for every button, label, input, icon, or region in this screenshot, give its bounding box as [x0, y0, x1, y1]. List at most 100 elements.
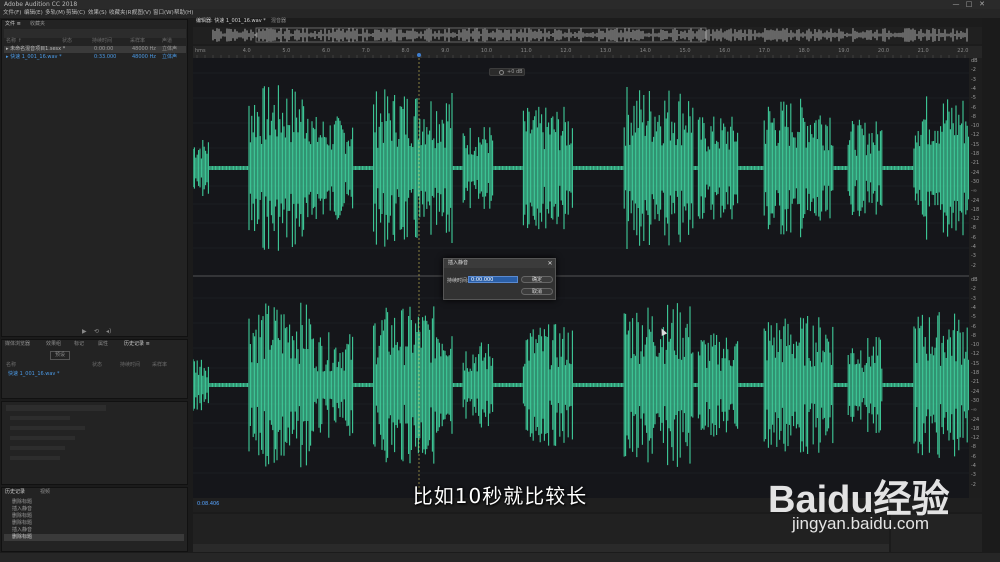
menu-effects[interactable]: 效果(S) [88, 9, 107, 18]
time-ruler[interactable]: hms 4.0 5.0 6.0 7.0 8.0 9.0 10.0 11.0 12.0 13.0 14.… [193, 48, 982, 56]
ruler-label: 12.0 [560, 48, 572, 54]
effects-col-name: 名称 [6, 362, 17, 368]
db-label: -4 [971, 85, 976, 92]
properties-line [10, 456, 60, 460]
play-icon[interactable]: ▶ [82, 328, 87, 335]
col-status[interactable]: 状态 [62, 38, 72, 45]
db-label: -10 [971, 123, 980, 130]
tab-history[interactable]: 历史记录 ≡ [124, 341, 150, 348]
tab-favorites[interactable]: 收藏夹 [30, 21, 45, 28]
ruler-label: 18.0 [798, 48, 810, 54]
duration-input[interactable]: 0:00.000 [468, 276, 518, 283]
properties-line [10, 426, 85, 430]
menu-clip[interactable]: 剪辑(C) [66, 9, 85, 18]
menu-help[interactable]: 帮助(H) [174, 9, 193, 18]
files-panel: 文件 ≡ 收藏夹 名称 ↑ 状态 持续时间 采样率 声道 ▸ 未命名混音项目1.… [1, 19, 188, 337]
effects-file-item[interactable]: 快速 1_001_16.wav * [8, 371, 59, 378]
db-label: -4 [971, 463, 976, 469]
db-label: -8 [971, 113, 976, 120]
effects-col-rate: 采样率 [152, 362, 168, 368]
files-toolbar [4, 29, 186, 38]
menu-multitrack[interactable]: 多轨(M) [45, 9, 65, 18]
ruler-label: 17.0 [758, 48, 770, 54]
db-label: -12 [971, 132, 980, 139]
db-label: -21 [971, 379, 980, 386]
menu-view[interactable]: 视图(V) [132, 9, 151, 18]
ruler-label: 22.0 [957, 48, 969, 54]
menu-edit[interactable]: 编辑(E) [24, 9, 43, 18]
tab-properties[interactable]: 属性 [98, 341, 108, 348]
ruler-label: 4.0 [242, 48, 251, 54]
db-label: -6 [971, 323, 976, 330]
properties-panel [1, 401, 188, 485]
cancel-button[interactable]: 取消 [521, 288, 553, 295]
col-channel[interactable]: 声道 [162, 38, 172, 45]
db-scale-top: dB -2 -3 -4 -5 -6 -8 -10 -12 -15 -18 -21 -24 -30 -∞ -24… [971, 58, 982, 276]
menu-file[interactable]: 文件(F) [3, 9, 21, 18]
list-item[interactable]: 插入静音 [12, 527, 32, 534]
ok-button[interactable]: 确定 [521, 276, 553, 283]
ruler-label: 8.0 [401, 48, 410, 54]
col-rate[interactable]: 采样率 [130, 38, 145, 45]
db-label: -15 [971, 141, 980, 148]
maximize-button[interactable]: □ [963, 0, 975, 9]
app-title: Adobe Audition CC 2018 [4, 1, 78, 8]
ruler-label: 7.0 [361, 48, 370, 54]
ruler-label: 10.0 [480, 48, 493, 54]
db-label: -2 [971, 286, 976, 293]
ruler-label: 11.0 [520, 48, 532, 54]
db-label: -3 [971, 253, 976, 260]
db-scale-bottom: dB -2 -3 -4 -5 -6 -8 -10 -12 -15 -18 -21 -24 -30 -∞ -24… [971, 277, 982, 495]
tab-markers[interactable]: 标记 [74, 341, 84, 348]
menu-window[interactable]: 窗口(W) [153, 9, 174, 18]
db-label: -12 [971, 351, 980, 358]
db-label: -∞ [971, 407, 977, 414]
loop-icon[interactable]: ⟲ [94, 328, 99, 335]
tab-media-browser[interactable]: 媒体浏览器 [5, 341, 30, 348]
db-label: -2 [971, 262, 976, 269]
hud-volume[interactable]: +0 dB [489, 68, 525, 76]
col-duration[interactable]: 持续时间 [92, 38, 112, 45]
tab-effects-rack[interactable]: 效果组 [46, 341, 61, 348]
list-item[interactable]: 删除标题 [4, 534, 184, 541]
col-name[interactable]: 名称 ↑ [6, 38, 22, 45]
ruler-label: 15.0 [679, 48, 691, 54]
tab-files[interactable]: 文件 ≡ [5, 21, 21, 28]
properties-line [10, 446, 65, 450]
db-label: -3 [971, 472, 976, 479]
db-label: -18 [971, 370, 980, 376]
waveform-canvas[interactable] [193, 18, 982, 498]
dialog-close-icon[interactable]: ✕ [546, 259, 554, 268]
waveform-editor: 编辑器: 快速 1_001_16.wav * 混音器 hms 4.0 5.0 6.0 7… [193, 18, 982, 498]
table-row[interactable]: ▸ 快速 1_001_16.wav * 0:33.000 48000 Hz 立体… [4, 54, 186, 61]
db-label: -6 [971, 234, 976, 241]
minimize-button[interactable]: — [950, 0, 962, 9]
volume-icon[interactable]: ◂) [106, 328, 111, 335]
ruler-label: 19.0 [838, 48, 850, 54]
status-bar [0, 553, 1000, 562]
ruler-label: 16.0 [719, 48, 731, 54]
effects-panel: 媒体浏览器 效果组 标记 属性 历史记录 ≡ 预设 名称 状态 持续时间 采样率… [1, 339, 188, 399]
ruler-label: 14.0 [639, 48, 651, 54]
properties-line [10, 416, 70, 420]
menu-favorites[interactable]: 收藏夹(R) [109, 9, 134, 18]
watermark-url: jingyan.baidu.com [792, 514, 930, 533]
db-label: -6 [971, 453, 976, 460]
db-label: -8 [971, 444, 976, 451]
db-label: dB [971, 277, 978, 283]
db-label: -10 [971, 342, 980, 349]
db-label: -2 [971, 67, 976, 74]
list-item[interactable]: 删除标题 [12, 520, 32, 527]
list-item[interactable]: 删除标题 [12, 513, 32, 520]
db-label: -30 [971, 178, 980, 185]
table-row[interactable]: ▸ 未命名混音项目1.sesx * 0:00:00 48000 Hz 立体声 [4, 46, 186, 53]
db-label: -8 [971, 225, 976, 232]
dialog-title: 插入静音 [444, 259, 555, 268]
knob-icon[interactable] [499, 70, 504, 75]
close-button[interactable]: ✕ [976, 0, 988, 9]
db-label: -15 [971, 360, 980, 367]
db-label: -5 [971, 95, 976, 102]
db-label: -24 [971, 169, 980, 176]
preset-button[interactable]: 预设 [50, 351, 71, 360]
effects-col-duration: 持续时间 [120, 362, 141, 368]
